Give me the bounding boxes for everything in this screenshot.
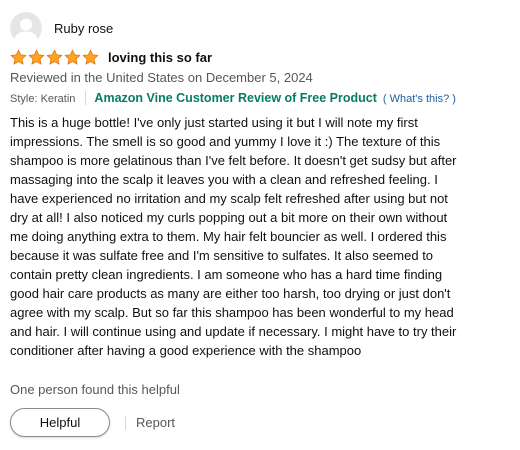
review-title[interactable]: loving this so far — [108, 50, 212, 65]
review-body-line: have experienced no irritation and my sc… — [10, 191, 448, 206]
vine-badge: Amazon Vine Customer Review of Free Prod… — [94, 91, 377, 105]
review-body-line: dry at all! I also noticed my curls popp… — [10, 210, 448, 225]
format-divider — [85, 91, 87, 105]
review-body: This is a huge bottle! I've only just st… — [10, 113, 510, 360]
review-date: Reviewed in the United States on Decembe… — [10, 70, 313, 85]
review-body-line: conditioner after having a good experien… — [10, 343, 362, 358]
review-body-line: because it was sulfate free and I'm sens… — [10, 248, 434, 263]
review-body-line: agree with my scalp. But so far this sha… — [10, 305, 454, 320]
review-body-line: contain pretty clean ingredients. I am s… — [10, 267, 443, 282]
vine-help-link[interactable]: ( What's this? ) — [383, 93, 456, 105]
star-icon — [46, 49, 63, 65]
review-body-line: me doing anything extra to them. My hair… — [10, 229, 447, 244]
reviewer-profile[interactable]: Ruby rose — [10, 12, 113, 44]
review-body-line: good hair care products as many are eith… — [10, 286, 451, 301]
default-user-avatar-icon — [14, 18, 38, 44]
review-body-line: This is a huge bottle! I've only just st… — [10, 115, 418, 130]
review-body-line: and hair. I will continue using and upda… — [10, 324, 457, 339]
helpful-button[interactable]: Helpful — [10, 408, 110, 437]
review-body-line: impressions. The smell is so good and yu… — [10, 134, 441, 149]
customer-review: Ruby rose loving this so far Reviewed in… — [0, 0, 520, 450]
star-icon — [10, 49, 27, 65]
action-divider — [125, 415, 126, 430]
reviewer-name[interactable]: Ruby rose — [54, 21, 113, 36]
format-strip[interactable]: Style: Keratin — [10, 93, 75, 105]
review-format-row: Style: Keratin Amazon Vine Customer Revi… — [10, 91, 456, 105]
review-body-line: massaging into the scalp it leaves you w… — [10, 172, 438, 187]
review-title-row: loving this so far — [10, 49, 212, 66]
avatar[interactable] — [10, 12, 42, 44]
star-rating[interactable] — [10, 49, 100, 66]
review-actions: Helpful Report — [10, 408, 175, 437]
report-link[interactable]: Report — [136, 415, 175, 430]
helpful-count: One person found this helpful — [10, 382, 180, 397]
star-icon — [82, 49, 99, 65]
star-icon — [64, 49, 81, 65]
review-body-line: shampoo is more gelatinous than I've fel… — [10, 153, 457, 168]
star-icon — [28, 49, 45, 65]
